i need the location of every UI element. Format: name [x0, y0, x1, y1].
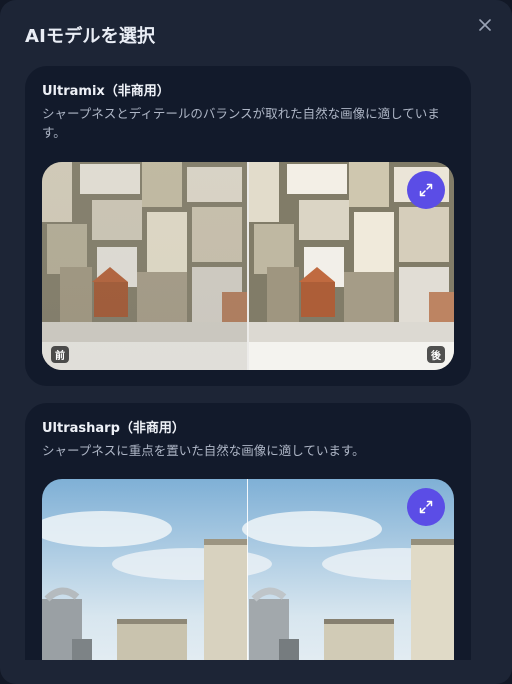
model-card-ultrasharp[interactable]: Ultrasharp（非商用） シャープネスに重点を置いた自然な画像に適していま…: [25, 403, 471, 660]
close-button[interactable]: [474, 14, 496, 36]
model-select-dialog: AIモデルを選択 Ultramix（非商用） シャープネスとディテールのバランス…: [0, 0, 512, 684]
close-icon: [479, 19, 491, 31]
model-list[interactable]: Ultramix（非商用） シャープネスとディテールのバランスが取れた自然な画像…: [25, 66, 471, 660]
after-label: 後: [427, 346, 445, 363]
model-name: Ultrasharp（非商用）: [42, 421, 185, 436]
model-description: シャープネスとディテールのバランスが取れた自然な画像に適しています。: [42, 106, 440, 140]
industrial-tanks-image: [42, 479, 454, 660]
model-card-ultramix[interactable]: Ultramix（非商用） シャープネスとディテールのバランスが取れた自然な画像…: [25, 66, 471, 386]
comparison-preview[interactable]: [42, 479, 454, 660]
comparison-divider[interactable]: [247, 479, 248, 660]
comparison-divider[interactable]: [247, 162, 249, 370]
model-name: Ultramix（非商用）: [42, 84, 170, 99]
dialog-title: AIモデルを選択: [25, 26, 156, 47]
expand-button[interactable]: [407, 488, 445, 526]
expand-icon: [419, 500, 433, 514]
expand-button[interactable]: [407, 171, 445, 209]
model-description: シャープネスに重点を置いた自然な画像に適しています。: [42, 443, 365, 458]
comparison-preview[interactable]: 前 後: [42, 162, 454, 370]
expand-icon: [419, 183, 433, 197]
before-label: 前: [51, 346, 69, 363]
